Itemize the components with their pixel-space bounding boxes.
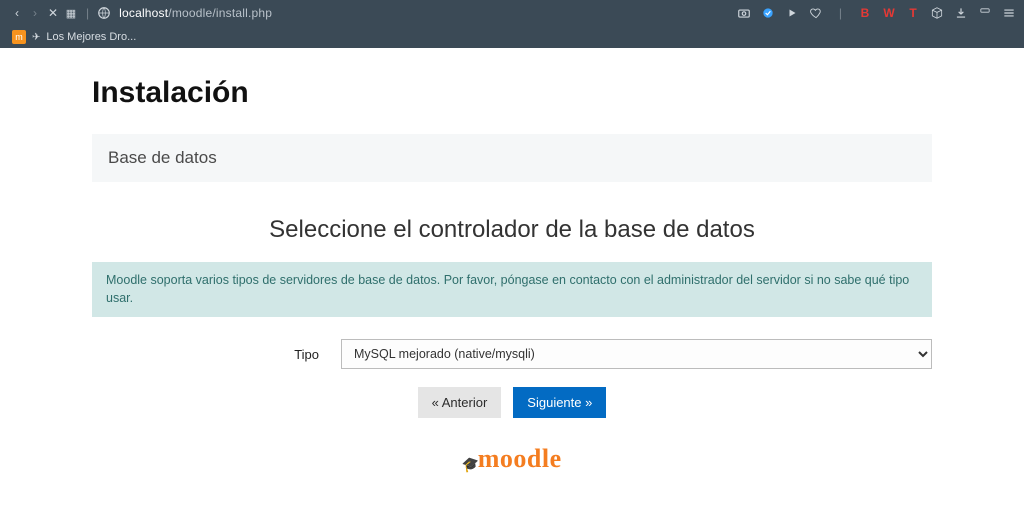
url-host: localhost: [119, 6, 168, 20]
nav-back-button[interactable]: ‹: [8, 6, 26, 20]
panel-icon[interactable]: [978, 6, 992, 20]
browser-tab[interactable]: m ✈ Los Mejores Dro...: [6, 28, 142, 46]
section-subheading: Seleccione el controlador de la base de …: [92, 216, 932, 244]
db-type-select[interactable]: MySQL mejorado (native/mysqli): [341, 339, 932, 369]
url-text: localhost/moodle/install.php: [119, 6, 272, 20]
page-title: Instalación: [92, 76, 932, 110]
toolbar-separator: |: [86, 6, 89, 20]
download-icon[interactable]: [954, 6, 968, 20]
menu-icon[interactable]: [1002, 6, 1016, 20]
url-path: /moodle/install.php: [168, 6, 272, 20]
type-label: Tipo: [92, 347, 327, 362]
next-button[interactable]: Siguiente »: [513, 387, 606, 418]
tab-rocket-icon: ✈: [32, 32, 40, 43]
globe-icon: [97, 6, 111, 20]
toolbar-separator-2: |: [839, 6, 842, 20]
brand-text: moodle: [478, 444, 562, 473]
tab-favicon: m: [12, 30, 26, 44]
check-circle-icon[interactable]: [761, 6, 775, 20]
brand-logo: 🎓moodle: [92, 444, 932, 474]
info-alert: Moodle soporta varios tipos de servidore…: [92, 262, 932, 317]
browser-toolbar: ‹ › ✕ ▦ | localhost/moodle/install.php: [0, 0, 1024, 26]
tab-bar: m ✈ Los Mejores Dro...: [0, 26, 1024, 48]
ext-icon-w[interactable]: W: [882, 6, 896, 20]
grid-icon[interactable]: ▦: [62, 7, 80, 20]
ext-icon-t[interactable]: T: [906, 6, 920, 20]
form-actions: « Anterior Siguiente »: [92, 387, 932, 418]
form-row-type: Tipo MySQL mejorado (native/mysqli): [92, 339, 932, 369]
page-content: Instalación Base de datos Seleccione el …: [0, 48, 1024, 474]
nav-close-button[interactable]: ✕: [44, 6, 62, 20]
ext-icon-b[interactable]: B: [858, 6, 872, 20]
card-header: Base de datos: [92, 134, 932, 182]
nav-forward-button: ›: [26, 6, 44, 20]
brand-hat-icon: 🎓: [461, 454, 482, 474]
browser-chrome: ‹ › ✕ ▦ | localhost/moodle/install.php: [0, 0, 1024, 48]
play-icon[interactable]: [785, 6, 799, 20]
camera-icon[interactable]: [737, 6, 751, 20]
url-bar[interactable]: localhost/moodle/install.php: [97, 6, 272, 20]
prev-button[interactable]: « Anterior: [418, 387, 502, 418]
toolbar-right: | B W T: [737, 6, 1016, 20]
cube-icon[interactable]: [930, 6, 944, 20]
tab-title: Los Mejores Dro...: [46, 31, 136, 43]
heart-icon[interactable]: [809, 6, 823, 20]
